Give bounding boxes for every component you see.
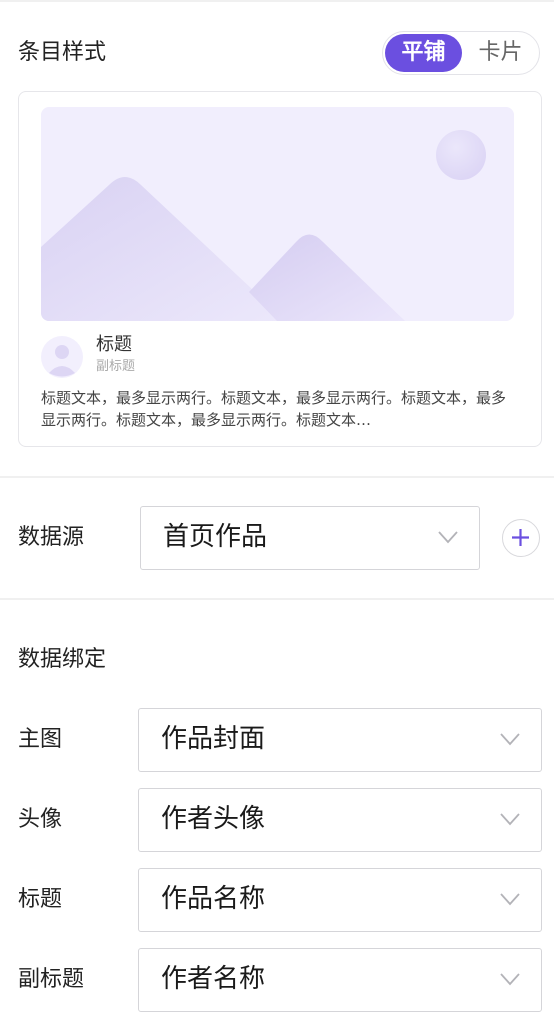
- binding-select-main-image[interactable]: 作品封面: [138, 708, 542, 772]
- plus-icon: [512, 529, 529, 546]
- item-style-option-tile[interactable]: 平铺: [385, 34, 462, 72]
- data-source-value: 首页作品: [163, 522, 268, 552]
- item-style-label: 条目样式: [18, 40, 107, 65]
- chevron-down-icon: [438, 531, 458, 544]
- chevron-down-icon: [500, 973, 520, 986]
- chevron-down-icon: [500, 733, 520, 746]
- binding-label-title: 标题: [18, 887, 63, 912]
- binding-value: 作品封面: [161, 724, 266, 754]
- binding-select-subtitle[interactable]: 作者名称: [138, 948, 542, 1012]
- preview-body-text: 标题文本，最多显示两行。标题文本，最多显示两行。标题文本，最多显示两行。标题文本…: [41, 389, 507, 429]
- add-data-source-button[interactable]: [502, 519, 540, 557]
- binding-value: 作品名称: [161, 884, 266, 914]
- image-placeholder-icon: [41, 107, 514, 321]
- preview-title: 标题: [96, 334, 132, 355]
- item-style-option-card[interactable]: 卡片: [462, 34, 539, 72]
- chevron-down-icon: [500, 813, 520, 826]
- section-divider: [0, 598, 554, 600]
- data-source-label: 数据源: [18, 525, 85, 550]
- section-divider: [0, 476, 554, 478]
- top-divider: [0, 0, 554, 2]
- binding-label-main-image: 主图: [18, 727, 63, 752]
- chevron-down-icon: [500, 893, 520, 906]
- data-binding-heading: 数据绑定: [18, 647, 107, 672]
- data-source-select[interactable]: 首页作品: [140, 506, 480, 570]
- image-placeholder: [41, 107, 514, 321]
- preview-subtitle: 副标题: [96, 359, 136, 374]
- user-avatar-icon: [41, 336, 83, 378]
- binding-value: 作者名称: [161, 964, 266, 994]
- avatar: [41, 336, 83, 378]
- item-style-toggle[interactable]: 平铺 卡片: [382, 31, 540, 75]
- binding-label-subtitle: 副标题: [18, 967, 85, 992]
- binding-select-avatar[interactable]: 作者头像: [138, 788, 542, 852]
- binding-label-avatar: 头像: [18, 807, 63, 832]
- binding-select-title[interactable]: 作品名称: [138, 868, 542, 932]
- item-preview-card: 标题 副标题 标题文本，最多显示两行。标题文本，最多显示两行。标题文本，最多显示…: [18, 91, 542, 447]
- binding-value: 作者头像: [161, 804, 266, 834]
